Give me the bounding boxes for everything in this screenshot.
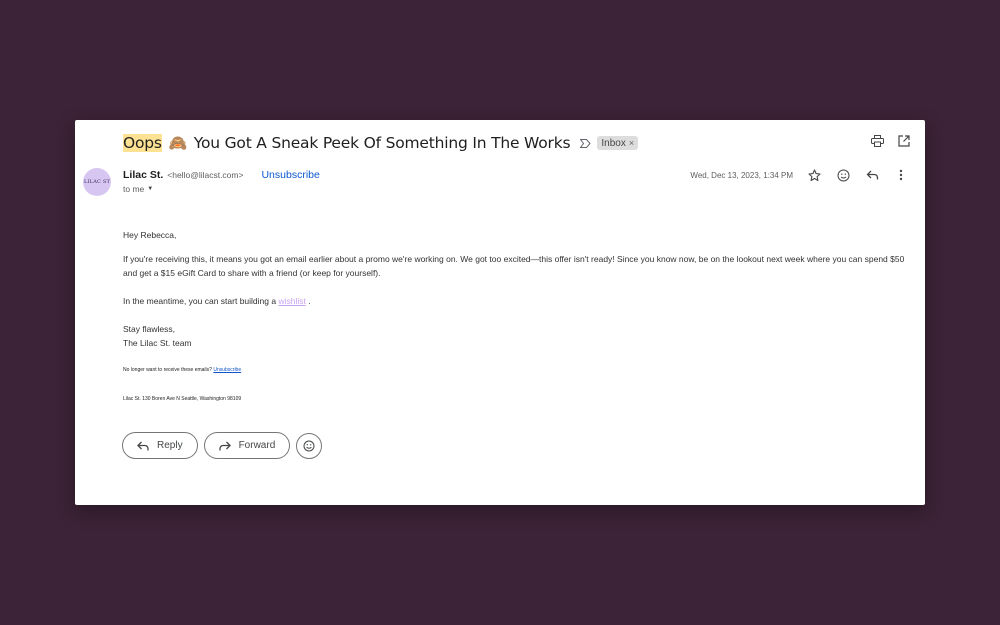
chevron-down-icon[interactable]: ▼: [147, 186, 153, 192]
remove-label-icon[interactable]: ×: [629, 138, 634, 148]
inbox-label-text: Inbox: [601, 137, 626, 149]
body-paragraph: If you're receiving this, it means you g…: [123, 254, 905, 278]
email-body: Hey Rebecca, If you're receiving this, i…: [123, 228, 913, 406]
print-icon[interactable]: [870, 134, 884, 148]
signoff-line: Stay flawless,: [123, 324, 175, 334]
wishlist-paragraph: In the meantime, you can start building …: [123, 294, 913, 308]
forward-label: Forward: [238, 440, 276, 451]
wishlist-paragraph-text: In the meantime, you can start building …: [123, 296, 277, 306]
inbox-label-chip[interactable]: Inbox ×: [597, 136, 639, 150]
more-options-icon[interactable]: [894, 168, 908, 182]
forward-button[interactable]: Forward: [203, 432, 291, 459]
recipient-details[interactable]: to me ▼: [123, 184, 153, 194]
reply-label: Reply: [157, 440, 183, 451]
footer-address: Lilac St. 130 Boren Ave N Seattle, Washi…: [123, 396, 242, 402]
sender-line: Lilac St. <hello@lilacst.com> Unsubscrib…: [123, 169, 320, 181]
see-no-evil-monkey-emoji: 🙈: [168, 134, 188, 152]
message-actions: [807, 168, 908, 182]
reply-button[interactable]: Reply: [122, 432, 198, 459]
greeting: Hey Rebecca,: [123, 230, 177, 240]
email-card: Oops 🙈 You Got A Sneak Peek Of Something…: [75, 120, 925, 505]
emoji-react-icon[interactable]: [836, 168, 850, 182]
footer-unsubscribe-link[interactable]: Unsubscribe: [213, 367, 241, 373]
wishlist-link[interactable]: wishlist: [278, 296, 305, 306]
subject-row: Oops 🙈 You Got A Sneak Peek Of Something…: [123, 132, 639, 154]
sender-name[interactable]: Lilac St.: [123, 169, 163, 181]
subject-text: You Got A Sneak Peek Of Something In The…: [193, 134, 571, 152]
reply-forward-actions: Reply Forward: [122, 432, 323, 459]
forward-icon: [218, 441, 231, 450]
to-me-label: to me: [123, 184, 145, 194]
emoji-icon: [303, 440, 315, 451]
star-icon[interactable]: [807, 168, 821, 182]
unsubscribe-link[interactable]: Unsubscribe: [261, 169, 319, 181]
sender-email: <hello@lilacst.com>: [167, 170, 244, 180]
reply-icon: [137, 441, 149, 450]
subject-highlight: Oops: [123, 134, 162, 152]
thread-actions: [870, 134, 911, 148]
email-subject: Oops 🙈 You Got A Sneak Peek Of Something…: [123, 134, 571, 152]
open-in-new-window-icon[interactable]: [897, 134, 911, 148]
signoff-team: The Lilac St. team: [123, 338, 192, 348]
footer-unsubscribe-text: No longer want to receive these emails? …: [123, 363, 913, 377]
wishlist-paragraph-end: .: [308, 296, 311, 306]
important-marker-icon[interactable]: [580, 138, 592, 148]
emoji-reaction-button[interactable]: [296, 432, 323, 459]
footer-text: No longer want to receive these emails?: [123, 367, 212, 373]
email-date: Wed, Dec 13, 2023, 1:34 PM: [690, 171, 793, 180]
reply-icon[interactable]: [865, 168, 879, 182]
sender-avatar[interactable]: LILAC ST: [83, 168, 111, 196]
